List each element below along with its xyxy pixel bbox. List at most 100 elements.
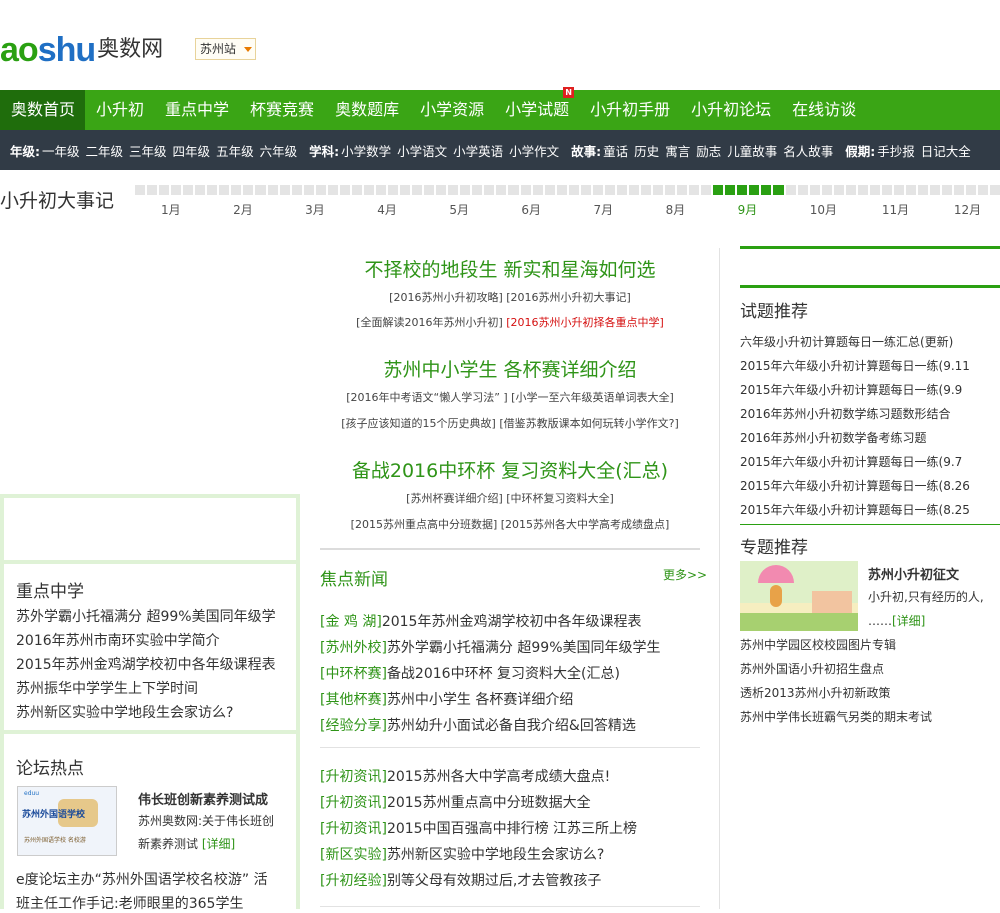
timeline-month-link[interactable]: 4月 xyxy=(377,201,397,218)
timeline-month-link[interactable]: 12月 xyxy=(954,201,981,218)
timeline-month-link[interactable]: 5月 xyxy=(449,201,469,218)
nav-item-resources[interactable]: 小学资源 xyxy=(409,90,494,130)
sublink[interactable]: [全面解读2016年苏州小升初] xyxy=(356,316,506,329)
list-item[interactable]: 班主任工作手记:老师眼里的365学生 xyxy=(16,893,243,913)
news-text[interactable]: 苏州新区实验中学地段生会家访么? xyxy=(387,847,604,863)
details-link[interactable]: [详细] xyxy=(892,614,925,628)
forum-thumbnail[interactable]: eduu 苏州外国语学校 苏州外国语学校 名校游 xyxy=(17,786,117,856)
news-tag[interactable]: [升初经验] xyxy=(320,873,387,889)
topic-thumbnail[interactable] xyxy=(740,561,858,631)
list-item[interactable]: e度论坛主办“苏州外国语学校名校游” 活 xyxy=(16,869,268,889)
news-tag[interactable]: [升初资讯] xyxy=(320,795,387,811)
news-tag[interactable]: [升初资讯] xyxy=(320,821,387,837)
news-item[interactable]: [升初经验]别等父母有效期过后,才去管教孩子 xyxy=(320,870,601,890)
city-selector[interactable]: 苏州站 xyxy=(195,38,256,60)
timeline-month-link[interactable]: 10月 xyxy=(810,201,837,218)
nav-item-forum[interactable]: 小升初论坛 xyxy=(680,90,781,130)
focus-more-link[interactable]: 更多>> xyxy=(663,566,707,583)
forum-pic-title[interactable]: 伟长班创新素养测试成 xyxy=(138,789,268,808)
site-logo[interactable]: aoshu 奥数网 xyxy=(0,28,163,68)
news-text[interactable]: 2015年苏州金鸡湖学校初中各年级课程表 xyxy=(382,614,642,630)
headline-sublinks[interactable]: [苏州杯赛详细介绍] [中环杯复习资料大全] xyxy=(320,490,700,506)
news-text[interactable]: 苏州中小学生 各杯赛详细介绍 xyxy=(387,692,573,708)
news-text[interactable]: 别等父母有效期过后,才去管教孩子 xyxy=(387,873,601,889)
timeline-month-link[interactable]: 1月 xyxy=(161,201,181,218)
news-item[interactable]: [升初资讯]2015苏州重点高中分班数据大全 xyxy=(320,792,591,812)
timeline-month-link[interactable]: 3月 xyxy=(305,201,325,218)
story-link[interactable]: 名人故事 xyxy=(783,141,833,160)
list-item[interactable]: 苏州中学园区校校园图片专辑 xyxy=(740,636,1000,653)
headline-sublinks[interactable]: [2015苏州重点高中分班数据] [2015苏州各大中学高考成绩盘点] xyxy=(320,516,700,532)
news-text[interactable]: 2015中国百强高中排行榜 江苏三所上榜 xyxy=(387,821,637,837)
nav-item-handbook[interactable]: 小升初手册 xyxy=(579,90,680,130)
news-text[interactable]: 苏外学霸小托福满分 超99%美国同年级学生 xyxy=(387,640,661,656)
news-item[interactable]: [中环杯赛]备战2016中环杯 复习资料大全(汇总) xyxy=(320,663,620,683)
list-item[interactable]: 透析2013苏州小升初新政策 xyxy=(740,684,1000,701)
subject-link[interactable]: 小学数学 xyxy=(341,141,391,160)
grade-link[interactable]: 四年级 xyxy=(173,141,211,160)
story-link[interactable]: 寓言 xyxy=(665,141,690,160)
list-item[interactable]: 2016年苏州小升初数学练习题数形结合 xyxy=(740,405,1000,422)
list-item[interactable]: 2016年苏州小升初数学备考练习题 xyxy=(740,429,1000,446)
news-tag[interactable]: [新区实验] xyxy=(320,847,387,863)
list-item[interactable]: 苏州新区实验中学地段生会家访么? xyxy=(16,702,233,722)
nav-item-competitions[interactable]: 杯赛竞赛 xyxy=(239,90,324,130)
headline-sublinks[interactable]: [孩子应该知道的15个历史典故] [借鉴苏教版课本如何玩转小学作文?] xyxy=(320,415,700,431)
news-text[interactable]: 苏州幼升小面试必备自我介绍&回答精选 xyxy=(387,718,636,734)
headline-sublinks[interactable]: [2016苏州小升初攻略] [2016苏州小升初大事记] xyxy=(320,289,700,305)
list-item[interactable]: 2015年六年级小升初计算题每日一练(9.7 xyxy=(740,453,1000,470)
list-item[interactable]: 2016年苏州市南环实验中学简介 xyxy=(16,630,220,650)
headline-link[interactable]: 备战2016中环杯 复习资料大全(汇总) xyxy=(320,456,700,483)
news-tag[interactable]: [金 鸡 湖] xyxy=(320,614,382,630)
headline-link[interactable]: 苏州中小学生 各杯赛详细介绍 xyxy=(320,355,700,382)
details-link[interactable]: [详细] xyxy=(202,837,235,851)
sublink-highlight[interactable]: [2016苏州小升初择各重点中学] xyxy=(506,316,664,329)
news-item[interactable]: [升初资讯]2015中国百强高中排行榜 江苏三所上榜 xyxy=(320,818,637,838)
news-item[interactable]: [新区实验]苏州新区实验中学地段生会家访么? xyxy=(320,844,604,864)
story-link[interactable]: 励志 xyxy=(696,141,721,160)
story-link[interactable]: 历史 xyxy=(634,141,659,160)
news-tag[interactable]: [升初资讯] xyxy=(320,769,387,785)
list-item[interactable]: 六年级小升初计算题每日一练汇总(更新) xyxy=(740,333,1000,350)
news-item[interactable]: [其他杯赛]苏州中小学生 各杯赛详细介绍 xyxy=(320,689,573,709)
timeline-month-link[interactable]: 7月 xyxy=(594,201,614,218)
list-item[interactable]: 苏州外国语小升初招生盘点 xyxy=(740,660,1000,677)
headline-link[interactable]: 不择校的地段生 新实和星海如何选 xyxy=(320,255,700,282)
timeline-month-link[interactable]: 8月 xyxy=(666,201,686,218)
nav-item-home[interactable]: 奥数首页 xyxy=(0,90,86,130)
timeline-month-link[interactable]: 2月 xyxy=(233,201,253,218)
subject-link[interactable]: 小学作文 xyxy=(509,141,559,160)
news-tag[interactable]: [其他杯赛] xyxy=(320,692,387,708)
timeline-month-link[interactable]: 9月 xyxy=(738,201,758,218)
grade-link[interactable]: 六年级 xyxy=(260,141,298,160)
subject-link[interactable]: 小学语文 xyxy=(397,141,447,160)
subject-link[interactable]: 小学英语 xyxy=(453,141,503,160)
news-text[interactable]: 备战2016中环杯 复习资料大全(汇总) xyxy=(387,666,620,682)
news-text[interactable]: 2015苏州各大中学高考成绩大盘点! xyxy=(387,769,610,785)
headline-sublinks[interactable]: [2016年中考语文“懒人学习法” ] [小学一至六年级英语单词表大全] xyxy=(320,389,700,405)
news-item[interactable]: [苏州外校]苏外学霸小托福满分 超99%美国同年级学生 xyxy=(320,637,661,657)
news-item[interactable]: [经验分享]苏州幼升小面试必备自我介绍&回答精选 xyxy=(320,715,636,735)
holiday-link[interactable]: 日记大全 xyxy=(921,141,971,160)
list-item[interactable]: 2015年六年级小升初计算题每日一练(8.26 xyxy=(740,477,1000,494)
grade-link[interactable]: 三年级 xyxy=(129,141,167,160)
nav-item-key-schools[interactable]: 重点中学 xyxy=(154,90,239,130)
topic-name[interactable]: 苏州小升初征文 xyxy=(868,564,959,583)
timeline-month-link[interactable]: 11月 xyxy=(882,201,909,218)
news-text[interactable]: 2015苏州重点高中分班数据大全 xyxy=(387,795,591,811)
grade-link[interactable]: 五年级 xyxy=(216,141,254,160)
nav-item-tests[interactable]: 小学试题 N xyxy=(494,87,579,130)
list-item[interactable]: 2015年六年级小升初计算题每日一练(8.25 xyxy=(740,501,1000,518)
news-tag[interactable]: [中环杯赛] xyxy=(320,666,387,682)
nav-item-interviews[interactable]: 在线访谈 xyxy=(781,90,866,130)
list-item[interactable]: 2015年六年级小升初计算题每日一练(9.9 xyxy=(740,381,1000,398)
grade-link[interactable]: 一年级 xyxy=(42,141,80,160)
news-item[interactable]: [金 鸡 湖]2015年苏州金鸡湖学校初中各年级课程表 xyxy=(320,611,641,631)
timeline-month-link[interactable]: 6月 xyxy=(521,201,541,218)
list-item[interactable]: 苏外学霸小托福满分 超99%美国同年级学 xyxy=(16,606,276,626)
grade-link[interactable]: 二年级 xyxy=(86,141,124,160)
news-tag[interactable]: [苏州外校] xyxy=(320,640,387,656)
news-tag[interactable]: [经验分享] xyxy=(320,718,387,734)
story-link[interactable]: 儿童故事 xyxy=(727,141,777,160)
news-item[interactable]: [升初资讯]2015苏州各大中学高考成绩大盘点! xyxy=(320,766,610,786)
